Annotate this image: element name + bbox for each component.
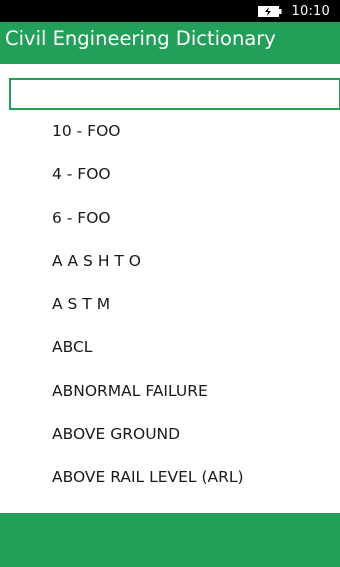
- term-list-item[interactable]: 6 - FOO: [0, 197, 340, 240]
- status-time: 10:10: [291, 3, 330, 19]
- term-list: 10 - FOO 4 - FOO 6 - FOO A A S H T O A S…: [0, 110, 340, 500]
- term-list-item[interactable]: A S T M: [0, 283, 340, 326]
- app-bar[interactable]: [0, 513, 340, 567]
- term-list-item[interactable]: ABNORMAL FAILURE: [0, 370, 340, 413]
- term-list-item[interactable]: 10 - FOO: [0, 110, 340, 153]
- status-icons: 10:10: [257, 0, 330, 22]
- app-title: Civil Engineering Dictionary: [5, 27, 276, 50]
- term-list-item[interactable]: 4 - FOO: [0, 153, 340, 196]
- term-list-item[interactable]: A A S H T O: [0, 240, 340, 283]
- term-list-item[interactable]: ABCL: [0, 326, 340, 369]
- battery-charging-icon: [257, 5, 282, 18]
- term-list-item[interactable]: ABOVE GROUND: [0, 413, 340, 456]
- status-bar: 10:10: [0, 0, 340, 22]
- title-bar: Civil Engineering Dictionary: [0, 22, 340, 64]
- search-input[interactable]: [9, 78, 340, 110]
- term-list-item[interactable]: ABOVE RAIL LEVEL (ARL): [0, 456, 340, 499]
